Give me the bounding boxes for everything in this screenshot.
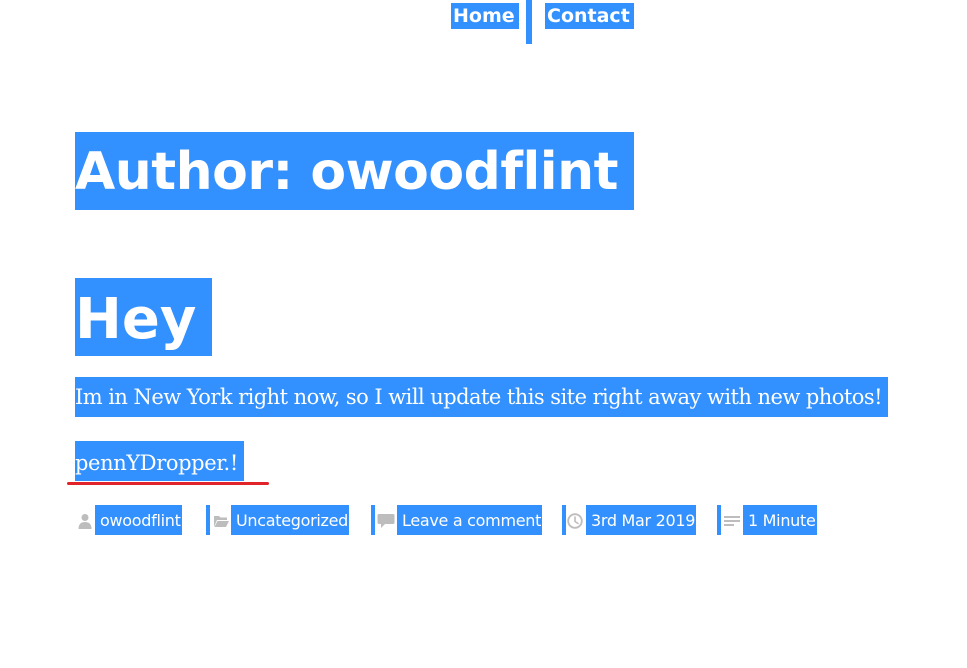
meta-separator <box>562 505 566 535</box>
spellcheck-underline <box>67 482 269 485</box>
top-navigation: Home Contact <box>0 0 967 44</box>
nav-link-contact[interactable]: Contact <box>545 3 634 29</box>
post-title[interactable]: Hey <box>75 278 213 356</box>
nav-divider <box>526 0 532 44</box>
post-reading-time: 1 Minute <box>743 505 817 535</box>
page-title: Author: owoodflint <box>75 132 634 210</box>
post-author-link[interactable]: owoodflint <box>95 505 182 535</box>
post-body-text: Im in New York right now, so I will upda… <box>75 377 888 417</box>
post-signature: pennYDropper.! <box>75 441 244 481</box>
post-category-link[interactable]: Uncategorized <box>231 505 350 535</box>
user-icon <box>77 513 93 529</box>
post-date-link[interactable]: 3rd Mar 2019 <box>586 505 697 535</box>
meta-separator <box>206 505 210 535</box>
post-meta: owoodflint Uncategorized Leave a comment… <box>0 505 967 535</box>
clock-icon <box>567 513 583 529</box>
nav-link-home[interactable]: Home <box>451 3 519 29</box>
meta-separator <box>717 505 721 535</box>
folder-icon <box>213 513 229 529</box>
meta-separator <box>371 505 375 535</box>
post-comments-link[interactable]: Leave a comment <box>397 505 543 535</box>
comment-icon <box>377 513 395 529</box>
lines-icon <box>724 513 740 529</box>
